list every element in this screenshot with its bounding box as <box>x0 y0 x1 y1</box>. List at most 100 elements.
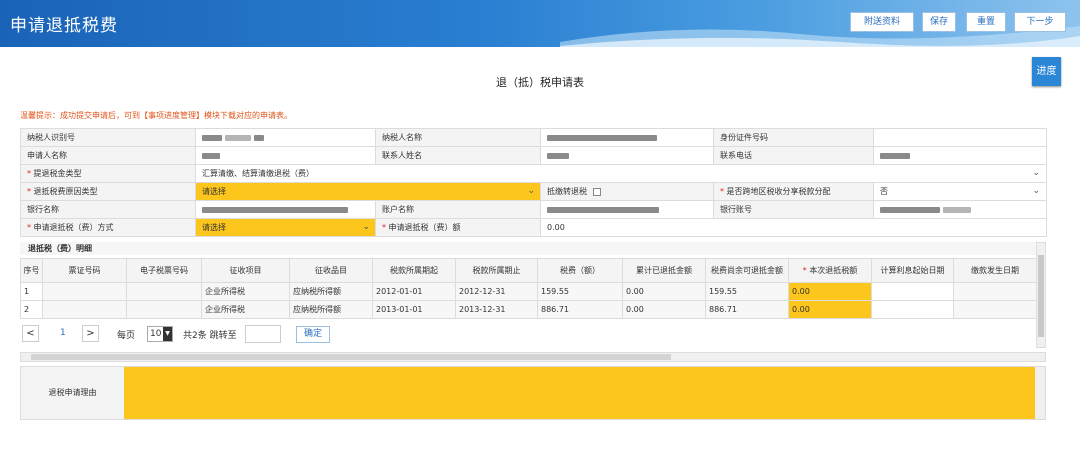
table-row: 1 企业所得税 应纳税所得额 2012-01-01 2012-12-31 159… <box>20 282 1037 301</box>
cell-period-end: 2012-12-31 <box>455 282 538 301</box>
next-page-button[interactable]: > <box>82 325 99 342</box>
table-row: 2 企业所得税 应纳税所得额 2013-01-01 2013-12-31 886… <box>20 300 1037 319</box>
refund-reason-section: 退税申请理由 <box>20 366 1046 420</box>
chevron-down-icon: ⌄ <box>1032 168 1040 178</box>
scrollbar-thumb[interactable] <box>1038 255 1044 337</box>
taxpayer-name-value <box>540 128 714 147</box>
cell-voucher <box>42 282 127 301</box>
cell-voucher <box>42 300 127 319</box>
col-header-voucher: 票证号码 <box>42 258 127 283</box>
reset-button[interactable]: 重置 <box>966 12 1006 32</box>
grid-horizontal-scrollbar[interactable] <box>20 352 1046 362</box>
cell-e-ticket <box>126 300 202 319</box>
caret-down-icon: ▼ <box>163 327 172 341</box>
refund-reason-type-select[interactable]: 请选择 ⌄ <box>195 182 541 201</box>
cross-region-label: * 是否跨地区税收分享税款分配 <box>713 182 874 201</box>
confirm-button[interactable]: 确定 <box>296 326 330 343</box>
id-number-value <box>873 128 1047 147</box>
contact-phone-value <box>873 146 1047 165</box>
save-button[interactable]: 保存 <box>922 12 956 32</box>
taxpayer-id-label: 纳税人识别号 <box>20 128 196 147</box>
deduct-refund-checkbox[interactable] <box>593 187 601 196</box>
id-number-label: 身份证件号码 <box>713 128 874 147</box>
applicant-info-table: 纳税人识别号 纳税人名称 身份证件号码 申请人名称 联系人姓名 联系电话 * 提… <box>20 128 1047 237</box>
refund-method-select[interactable]: 请选择 ⌄ <box>195 218 376 237</box>
cell-period-start: 2012-01-01 <box>372 282 456 301</box>
chevron-down-icon: ⌄ <box>527 186 535 196</box>
col-header-category: 征收品目 <box>289 258 373 283</box>
bank-account-label: 银行账号 <box>713 200 874 219</box>
prev-page-button[interactable]: < <box>22 325 39 342</box>
page-title: 申请退抵税费 <box>10 16 118 36</box>
bank-account-value <box>873 200 1047 219</box>
refund-reason-type-label: * 退抵税费原因类型 <box>20 182 196 201</box>
bank-name-label: 银行名称 <box>20 200 196 219</box>
reason-scrollbar[interactable] <box>1035 367 1045 419</box>
cell-payment-date <box>953 282 1037 301</box>
cell-category: 应纳税所得额 <box>289 300 373 319</box>
current-refund-input[interactable]: 0.00 <box>788 282 872 301</box>
cell-remaining: 886.71 <box>705 300 789 319</box>
refund-method-label: * 申请退抵税（费）方式 <box>20 218 196 237</box>
scrollbar-thumb[interactable] <box>31 354 671 360</box>
refund-amount-value: 0.00 <box>540 218 1047 237</box>
refund-reason-input[interactable] <box>124 367 1037 419</box>
tax-refund-type-label: * 提退税金类型 <box>20 164 196 183</box>
current-refund-input[interactable]: 0.00 <box>788 300 872 319</box>
col-header-payment-date: 缴款发生日期 <box>953 258 1037 283</box>
taxpayer-name-label: 纳税人名称 <box>375 128 541 147</box>
refund-amount-label: * 申请退抵税（费）额 <box>375 218 541 237</box>
cell-refunded: 0.00 <box>622 300 706 319</box>
cell-e-ticket <box>126 282 202 301</box>
next-step-button[interactable]: 下一步 <box>1014 12 1066 32</box>
col-header-amount: 税费（额） <box>537 258 623 283</box>
tax-refund-type-select[interactable]: 汇算清缴、结算清缴退税（费） ⌄ <box>195 164 1047 183</box>
contact-phone-label: 联系电话 <box>713 146 874 165</box>
contact-name-value <box>540 146 714 165</box>
attach-docs-button[interactable]: 附送资料 <box>850 12 914 32</box>
account-name-label: 账户名称 <box>375 200 541 219</box>
taxpayer-id-value <box>195 128 376 147</box>
pager-summary: 共2条 跳转至 <box>183 331 237 341</box>
jump-page-input[interactable] <box>245 325 281 343</box>
col-header-e-ticket: 电子税票号码 <box>126 258 202 283</box>
applicant-name-value <box>195 146 376 165</box>
cell-index: 1 <box>20 282 43 301</box>
cell-payment-date <box>953 300 1037 319</box>
chevron-down-icon: ⌄ <box>362 222 370 232</box>
cell-index: 2 <box>20 300 43 319</box>
col-header-refunded: 累计已退抵金额 <box>622 258 706 283</box>
cell-period-start: 2013-01-01 <box>372 300 456 319</box>
applicant-name-label: 申请人名称 <box>20 146 196 165</box>
pagination: < 1 > 每页 10 ▼ 共2条 跳转至 确定 <box>20 322 520 344</box>
cell-item: 企业所得税 <box>201 300 290 319</box>
form-title: 退（抵）税申请表 <box>496 76 584 89</box>
cell-remaining: 159.55 <box>705 282 789 301</box>
current-page[interactable]: 1 <box>60 328 66 338</box>
tip-text: 温馨提示：成功提交申请后，可到【事项进度管理】模块下载对应的申请表。 <box>20 111 292 120</box>
deduct-refund-label: 抵缴转退税 <box>540 182 714 201</box>
cross-region-select[interactable]: 否 ⌄ <box>873 182 1047 201</box>
per-page-select[interactable]: 10 ▼ <box>147 326 173 342</box>
cell-refunded: 0.00 <box>622 282 706 301</box>
cell-amount: 886.71 <box>537 300 623 319</box>
col-header-remaining: 税费尚余可退抵金额 <box>705 258 789 283</box>
bank-name-value <box>195 200 376 219</box>
col-header-period-end: 税款所属期止 <box>455 258 538 283</box>
grid-vertical-scrollbar[interactable] <box>1036 242 1046 348</box>
refund-reason-label: 退税申请理由 <box>21 367 124 419</box>
col-header-item: 征收项目 <box>201 258 290 283</box>
cell-category: 应纳税所得额 <box>289 282 373 301</box>
grid-header-row: 序号 票证号码 电子税票号码 征收项目 征收品目 税款所属期起 税款所属期止 税… <box>20 258 1037 283</box>
interest-date-input[interactable] <box>871 300 954 319</box>
col-header-interest-date: 计算利息起始日期 <box>871 258 954 283</box>
contact-name-label: 联系人姓名 <box>375 146 541 165</box>
detail-section-title: 退抵税（费）明细 <box>20 242 1036 255</box>
cell-item: 企业所得税 <box>201 282 290 301</box>
progress-button[interactable]: 进度 <box>1032 57 1061 86</box>
cell-amount: 159.55 <box>537 282 623 301</box>
col-header-current: * 本次退抵税额 <box>788 258 872 283</box>
cell-period-end: 2013-12-31 <box>455 300 538 319</box>
chevron-down-icon: ⌄ <box>1032 186 1040 196</box>
interest-date-input[interactable] <box>871 282 954 301</box>
